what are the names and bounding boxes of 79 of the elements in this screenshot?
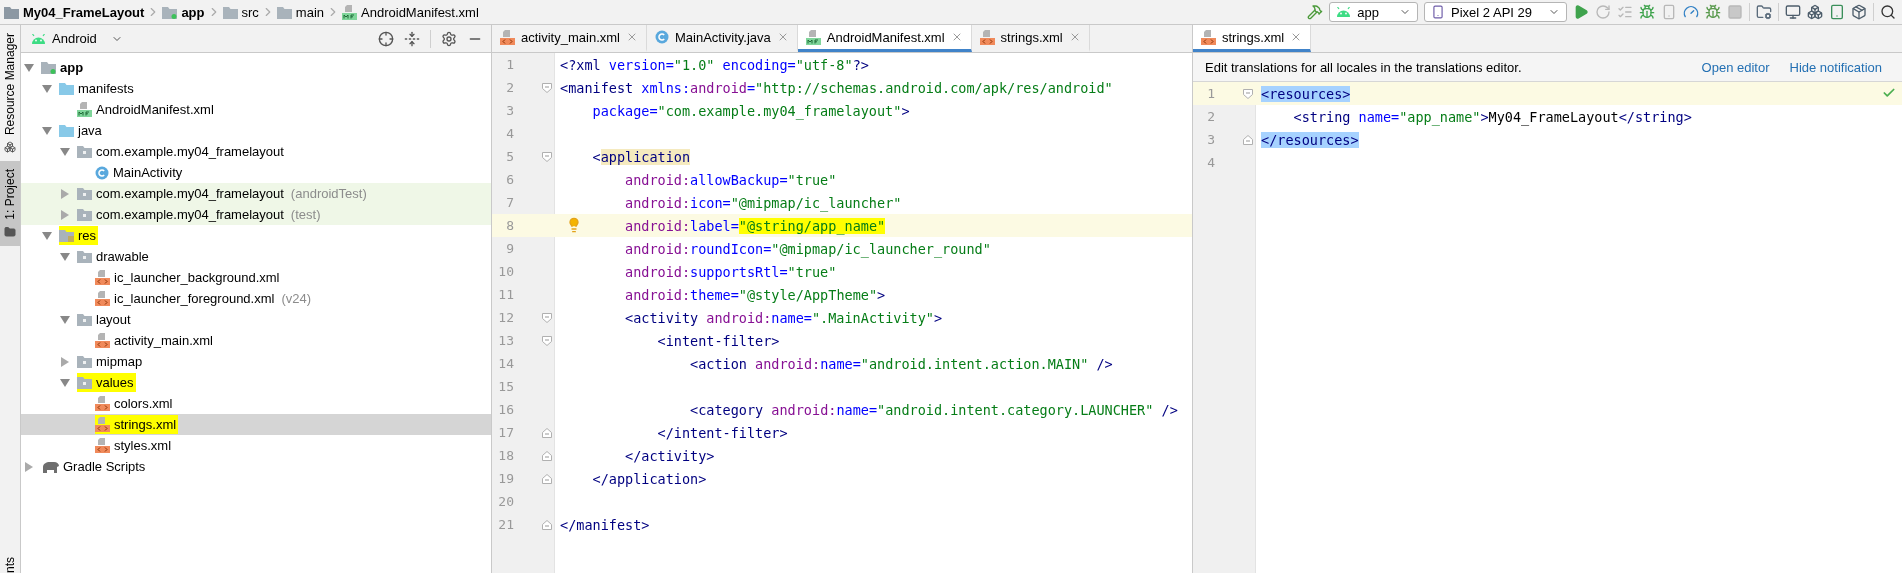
line-number: 4 <box>1206 155 1215 170</box>
tree-item[interactable]: activity_main.xml <box>21 330 491 351</box>
tree-item[interactable]: ic_launcher_foreground.xml (v24) <box>21 288 491 309</box>
line-number: 3 <box>1206 132 1215 147</box>
code-line: <string name="app_name">My04_FrameLayout</string> <box>1293 108 1692 125</box>
line-number: 13 <box>497 333 514 348</box>
line-number: 8 <box>505 218 514 233</box>
code-line: <application <box>592 148 691 165</box>
notification-link[interactable]: Open editor <box>1701 59 1770 75</box>
tree-item[interactable]: Gradle Scripts <box>21 456 491 477</box>
code-line: <action android:name="android.intent.action.MAIN" /> <box>690 355 1113 372</box>
tree-item[interactable]: styles.xml <box>21 435 491 456</box>
line-number: 2 <box>1206 109 1215 124</box>
line-number: 1 <box>505 57 514 72</box>
editor-tab[interactable]: AndroidManifest.xml <box>797 25 972 52</box>
tree-item[interactable]: drawable <box>21 246 491 267</box>
line-number: 16 <box>497 402 514 417</box>
line-number: 14 <box>497 356 514 371</box>
tree-item[interactable]: com.example.my04_framelayout <box>21 141 491 162</box>
line-number: 4 <box>505 126 514 141</box>
line-number: 10 <box>497 264 514 279</box>
tree-item[interactable]: res <box>21 225 491 246</box>
code-line: android:allowBackup="true" <box>625 171 837 188</box>
device-dropdown[interactable]: Pixel 2 API 29 <box>1424 2 1567 22</box>
line-number: 2 <box>505 80 514 95</box>
breadcrumb[interactable]: src <box>222 4 259 20</box>
code-line: android:theme="@style/AppTheme"> <box>625 286 886 303</box>
code-line: android:supportsRtl="true" <box>625 263 837 280</box>
code-line: package="com.example.my04_framelayout"> <box>592 102 910 119</box>
tree-item[interactable]: manifests <box>21 78 491 99</box>
tree-item[interactable]: colors.xml <box>21 393 491 414</box>
tree-item[interactable]: com.example.my04_framelayout (androidTest) <box>21 183 491 204</box>
code-line: android:icon="@mipmap/ic_launcher" <box>625 194 902 211</box>
tree-item[interactable]: values <box>21 372 491 393</box>
line-number: 15 <box>497 379 514 394</box>
editor-tab[interactable]: strings.xml <box>1193 25 1312 52</box>
line-number: 17 <box>497 425 514 440</box>
code-line: <activity android:name=".MainActivity"> <box>625 309 943 326</box>
breadcrumb[interactable]: My04_FrameLayout <box>4 4 145 20</box>
line-number: 9 <box>505 241 514 256</box>
tree-item[interactable]: MainActivity <box>21 162 491 183</box>
line-number: 12 <box>497 310 514 325</box>
code-line: <intent-filter> <box>657 332 780 349</box>
tree-item[interactable]: app <box>21 57 491 78</box>
line-number: 5 <box>505 149 514 164</box>
breadcrumb[interactable]: app <box>162 4 205 20</box>
code-line: </intent-filter> <box>657 424 788 441</box>
line-number: 1 <box>1206 86 1215 101</box>
code-line: android:roundIcon="@mipmap/ic_launcher_round" <box>625 240 991 257</box>
run-config-dropdown[interactable]: app <box>1329 2 1419 22</box>
tree-item[interactable]: com.example.my04_framelayout (test) <box>21 204 491 225</box>
code-line: <?xml version="1.0" encoding="utf-8"?> <box>560 56 869 73</box>
line-number: 6 <box>505 172 514 187</box>
line-number: 7 <box>505 195 514 210</box>
tool-window-tab[interactable]: Resource Manager <box>0 25 20 162</box>
code-line: </manifest> <box>560 516 650 533</box>
code-line: <manifest xmlns:android="http://schemas.android.com/apk/res/android" <box>560 79 1113 96</box>
tool-window-tab[interactable]: nts <box>0 557 20 573</box>
code-line: <category android:name="android.intent.category.LAUNCHER" /> <box>690 401 1178 418</box>
tool-window-tab[interactable]: 1: Project <box>0 161 20 246</box>
tree-item[interactable]: AndroidManifest.xml <box>21 99 491 120</box>
line-number: 11 <box>497 287 514 302</box>
code-line: </activity> <box>625 447 715 464</box>
breadcrumb[interactable]: main <box>276 4 325 20</box>
notification-text: Edit translations for all locales in the translations editor. <box>1205 59 1523 75</box>
line-number: 21 <box>497 517 514 532</box>
tree-item[interactable]: layout <box>21 309 491 330</box>
line-number: 19 <box>497 471 514 486</box>
line-number: 20 <box>497 494 514 509</box>
tree-item[interactable]: java <box>21 120 491 141</box>
tree-item[interactable]: mipmap <box>21 351 491 372</box>
tree-item[interactable]: ic_launcher_background.xml <box>21 267 491 288</box>
line-number: 3 <box>505 103 514 118</box>
tree-item[interactable]: strings.xml <box>21 414 491 435</box>
code-line: </application> <box>592 470 707 487</box>
breadcrumb[interactable]: AndroidManifest.xml <box>342 4 479 20</box>
view-dropdown[interactable]: Android <box>31 31 123 46</box>
line-number: 18 <box>497 448 514 463</box>
notification-link[interactable]: Hide notification <box>1789 59 1882 75</box>
